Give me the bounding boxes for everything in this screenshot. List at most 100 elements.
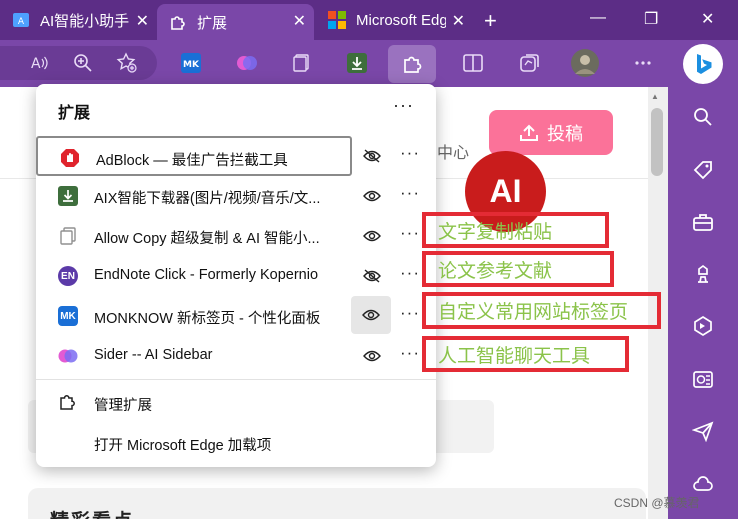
zoom-icon[interactable] [68,48,98,78]
read-aloud-icon[interactable]: A [24,48,54,78]
extension-launch[interactable]: AIX智能下载器(图片/视频/音乐/文... [36,176,352,216]
send-icon[interactable] [690,418,716,444]
restore-icon[interactable]: ❐ [644,9,658,29]
search-icon[interactable] [690,104,716,130]
eye-icon[interactable] [351,296,391,334]
extension-launch[interactable]: MK MONKNOW 新标签页 - 个性化面板 [36,296,352,336]
bing-icon [697,54,712,74]
toolbox-icon[interactable] [690,209,716,235]
contribute-label: 投稿 [547,123,583,144]
eye-slash-icon[interactable] [356,260,388,292]
endnote-icon: EN [58,266,78,286]
new-tab-plus-icon[interactable]: + [484,8,497,34]
window-close-icon[interactable]: ✕ [701,9,714,29]
aix-downloader-icon[interactable] [342,48,372,78]
more-options-icon[interactable]: ··· [400,183,420,203]
tab-ai-assistant[interactable]: A AI智能小助手 ✕ [0,4,157,36]
eye-icon[interactable] [356,220,388,252]
eye-slash-icon[interactable] [356,140,388,172]
eye-icon[interactable] [356,180,388,212]
close-icon[interactable]: ✕ [136,11,149,31]
tab-label: 扩展 [197,14,228,32]
annotation-text: 论文参考文献 [438,260,553,282]
more-options-icon[interactable]: ··· [400,343,420,363]
extension-row-sider[interactable]: Sider -- AI Sidebar ··· [36,336,436,376]
open-addons-item[interactable]: 打开 Microsoft Edge 加载项 [36,422,436,462]
close-icon[interactable]: ✕ [452,11,465,31]
tab-microsoft-edge[interactable]: Microsoft Edge ✕ [316,4,473,36]
games-icon[interactable] [690,261,716,287]
toolbar: A MK [0,40,738,87]
close-icon[interactable]: ✕ [293,11,306,31]
upload-icon [520,124,538,141]
more-options-icon[interactable]: ··· [400,143,420,163]
tag-icon[interactable] [690,157,716,183]
tab-extensions[interactable]: 扩展 ✕ [157,4,314,40]
scroll-up-icon[interactable]: ▲ [651,92,659,101]
manage-extensions-label: 管理扩展 [94,398,152,414]
extensions-button[interactable] [388,45,436,83]
avatar[interactable] [570,48,600,78]
extension-row-endnote[interactable]: EN EndNote Click - Formerly Kopernio ··· [36,256,436,296]
ai-assistant-icon: A [12,11,30,29]
extension-launch[interactable]: AdBlock — 最佳广告拦截工具 [36,136,352,176]
contribute-button[interactable]: 投稿 [489,110,613,155]
tab-label: AI智能小助手 [40,12,130,30]
extension-row-adblock[interactable]: AdBlock — 最佳广告拦截工具 ··· [36,136,436,176]
divider [36,379,436,380]
copilot-icon[interactable] [690,313,716,339]
extension-row-monknow[interactable]: MK MONKNOW 新标签页 - 个性化面板 ··· [36,296,436,336]
adblock-icon [60,148,80,168]
outlook-icon[interactable] [690,366,716,392]
svg-text:MK: MK [183,60,200,70]
edge-sidebar [668,87,738,519]
puzzle-icon [58,392,78,412]
extensions-popup: 扩展 ··· AdBlock — 最佳广告拦截工具 ··· AIX智能下载器(图… [36,84,436,467]
annotation-box: 人工智能聊天工具 [422,336,629,372]
center-label[interactable]: 中心 [437,139,469,163]
extension-name: EndNote Click - Formerly Kopernio [94,267,319,283]
title-bar: A AI智能小助手 ✕ 扩展 ✕ Microsoft Edge ✕ + — ❐ … [0,0,738,40]
manage-extensions-item[interactable]: 管理扩展 [36,382,436,422]
split-screen-icon[interactable] [458,48,488,78]
extension-name: MONKNOW 新标签页 - 个性化面板 [94,311,321,327]
extension-launch[interactable]: EN EndNote Click - Formerly Kopernio [36,256,352,296]
extension-launch[interactable]: Allow Copy 超级复制 & AI 智能小... [36,216,352,256]
tab-label: Microsoft Edge [356,11,446,29]
open-addons-label: 打开 Microsoft Edge 加载项 [94,438,272,454]
minimize-icon[interactable]: — [590,9,606,27]
monknow-icon-text: MK [60,310,76,322]
more-options-icon[interactable]: ··· [400,223,420,243]
aix-downloader-icon [58,186,78,206]
more-options-icon[interactable]: ··· [393,95,414,116]
annotation-text: 人工智能聊天工具 [438,345,591,367]
add-favorite-icon[interactable] [112,48,142,78]
annotation-box: 自定义常用网站标签页 [422,292,661,329]
extension-name: Allow Copy 超级复制 & AI 智能小... [94,231,320,247]
allow-copy-icon[interactable] [286,48,316,78]
svg-text:A: A [18,17,25,27]
extension-launch[interactable]: Sider -- AI Sidebar [36,336,352,376]
annotation-box: 文字复制粘贴 [422,212,609,248]
microsoft-logo-icon [328,11,346,29]
monknow-icon[interactable]: MK [176,48,206,78]
scrollbar-thumb[interactable] [651,108,663,176]
popup-title: 扩展 [58,105,91,122]
allow-copy-icon [58,226,78,246]
settings-more-icon[interactable] [628,48,658,78]
puzzle-icon [169,13,187,31]
monknow-icon: MK [58,306,78,326]
ai-avatar-label: AI [489,173,522,209]
extension-row-aix[interactable]: AIX智能下载器(图片/视频/音乐/文... ··· [36,176,436,216]
eye-icon[interactable] [356,340,388,372]
extension-name: AIX智能下载器(图片/视频/音乐/文... [94,191,321,207]
extension-name: Sider -- AI Sidebar [94,347,213,363]
collections-icon[interactable] [514,48,544,78]
more-options-icon[interactable]: ··· [400,303,420,323]
sider-icon[interactable] [232,48,262,78]
extension-row-allow-copy[interactable]: Allow Copy 超级复制 & AI 智能小... ··· [36,216,436,256]
bing-copilot-button[interactable] [683,44,723,84]
more-options-icon[interactable]: ··· [400,263,420,283]
extension-name: AdBlock — 最佳广告拦截工具 [96,153,288,169]
annotation-text: 自定义常用网站标签页 [438,302,629,323]
